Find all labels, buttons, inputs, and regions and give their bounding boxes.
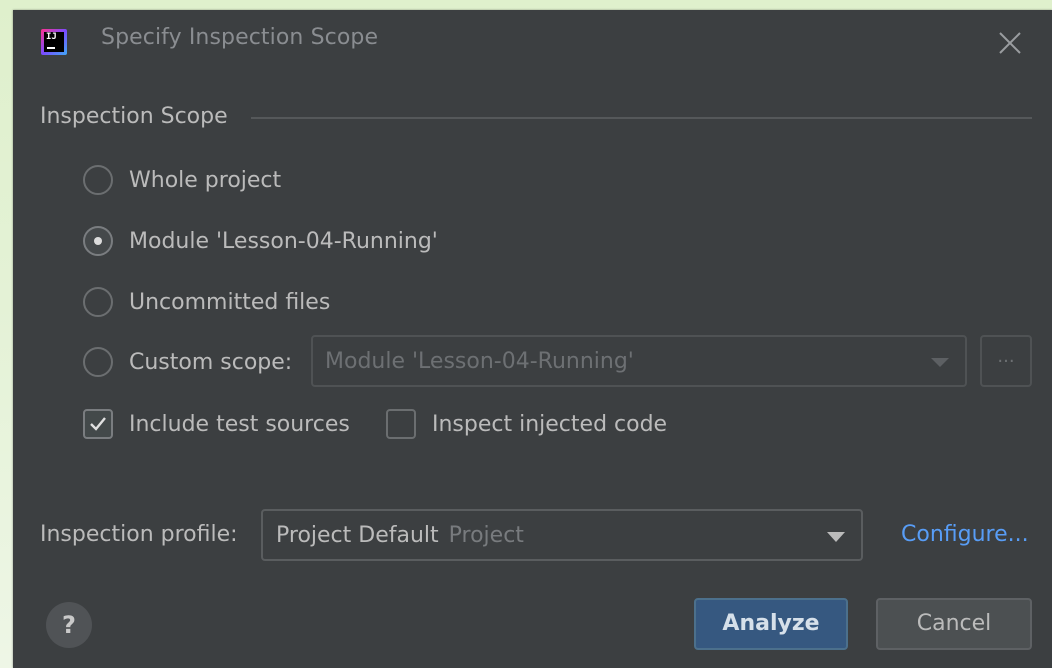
- radio-button-selected[interactable]: [83, 226, 113, 256]
- radio-uncommitted-files[interactable]: Uncommitted files: [83, 285, 330, 319]
- dialog-title: Specify Inspection Scope: [101, 25, 379, 50]
- custom-scope-dropdown[interactable]: Module 'Lesson-04-Running': [311, 335, 967, 387]
- radio-custom-scope[interactable]: Custom scope:: [83, 345, 292, 379]
- cancel-button[interactable]: Cancel: [876, 598, 1032, 650]
- app-icon-glyph: IJ: [44, 32, 64, 52]
- profile-sub: Project: [448, 523, 524, 548]
- include-test-sources-label: Include test sources: [129, 411, 350, 437]
- help-button[interactable]: ?: [46, 602, 92, 648]
- radio-label: Uncommitted files: [129, 289, 331, 315]
- radio-whole-project[interactable]: Whole project: [83, 163, 281, 197]
- checkmark-icon: [90, 417, 106, 431]
- include-test-sources-checkbox-row[interactable]: Include test sources: [83, 408, 350, 440]
- app-icon-text: IJ: [46, 32, 57, 42]
- inspect-injected-code-label: Inspect injected code: [432, 411, 668, 437]
- configure-link[interactable]: Configure...: [901, 522, 1029, 547]
- inspection-profile-dropdown[interactable]: Project Default Project: [261, 509, 863, 561]
- close-button[interactable]: [995, 28, 1025, 58]
- radio-button[interactable]: [83, 165, 113, 195]
- close-icon: [999, 32, 1021, 54]
- radio-button[interactable]: [83, 347, 113, 377]
- chevron-down-icon: [827, 532, 845, 542]
- dialog-title-bar: IJ Specify Inspection Scope: [13, 10, 1052, 74]
- radio-module[interactable]: Module 'Lesson-04-Running': [83, 224, 438, 258]
- profile-value: Project Default Project: [276, 523, 524, 548]
- inspection-profile-label: Inspection profile:: [40, 522, 238, 547]
- radio-button[interactable]: [83, 287, 113, 317]
- specify-inspection-scope-dialog: IJ Specify Inspection Scope Inspection S…: [13, 10, 1052, 668]
- radio-label: Module 'Lesson-04-Running': [129, 228, 438, 254]
- analyze-button[interactable]: Analyze: [694, 598, 848, 650]
- inspect-injected-code-checkbox[interactable]: [386, 409, 416, 439]
- inspection-scope-group-label: Inspection Scope: [40, 104, 228, 129]
- browse-scope-button[interactable]: ...: [980, 335, 1032, 387]
- group-separator: [251, 117, 1032, 119]
- profile-name: Project Default: [276, 523, 439, 548]
- inspect-injected-code-checkbox-row[interactable]: Inspect injected code: [386, 408, 667, 440]
- intellij-idea-icon: IJ: [41, 29, 67, 55]
- custom-scope-value: Module 'Lesson-04-Running': [325, 349, 634, 374]
- radio-label: Custom scope:: [129, 349, 293, 375]
- radio-label: Whole project: [129, 167, 282, 193]
- chevron-down-icon: [931, 358, 949, 367]
- include-test-sources-checkbox[interactable]: [83, 409, 113, 439]
